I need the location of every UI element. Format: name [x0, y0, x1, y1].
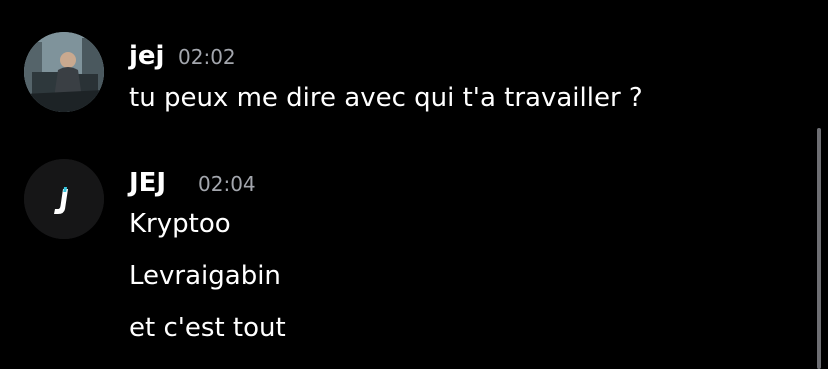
user-photo-icon — [24, 32, 104, 112]
message-text: et c'est tout — [129, 313, 286, 343]
jej-logo-icon — [24, 159, 104, 239]
message-timestamp: 02:04 — [198, 172, 256, 196]
scrollbar[interactable] — [817, 128, 821, 369]
scrollbar-thumb[interactable] — [817, 128, 821, 369]
message-timestamp: 02:02 — [178, 45, 236, 69]
message-author[interactable]: jej — [129, 41, 164, 71]
avatar[interactable] — [24, 159, 104, 239]
message-text: tu peux me dire avec qui t'a travailler … — [129, 83, 643, 113]
message-author[interactable]: JEJ — [129, 168, 166, 198]
message-text: Levraigabin — [129, 261, 281, 291]
avatar[interactable] — [24, 32, 104, 112]
chat-messages: jej 02:02 tu peux me dire avec qui t'a t… — [0, 0, 828, 369]
message-text: Kryptoo — [129, 209, 231, 239]
